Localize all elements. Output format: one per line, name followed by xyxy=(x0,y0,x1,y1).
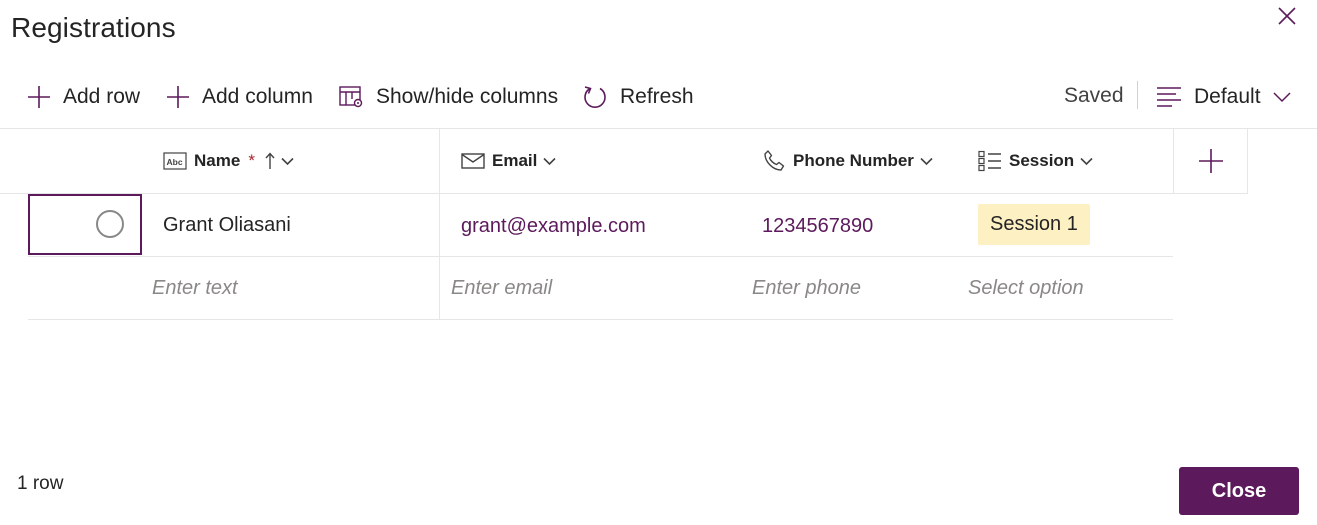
required-indicator: * xyxy=(248,151,255,170)
dialog-title: Registrations xyxy=(11,12,176,43)
phone-icon xyxy=(764,150,785,171)
text-field-icon: Abc xyxy=(163,152,187,170)
new-phone-input[interactable]: Enter phone xyxy=(752,277,861,300)
view-list-icon xyxy=(1157,87,1181,107)
close-icon[interactable] xyxy=(1276,5,1298,27)
cell-phone[interactable]: 1234567890 xyxy=(762,215,873,238)
chevron-down-icon xyxy=(1080,157,1093,165)
column-header-session[interactable]: Session xyxy=(978,129,1093,193)
refresh-label: Refresh xyxy=(620,85,694,108)
mail-icon xyxy=(461,153,485,169)
chevron-down-icon xyxy=(281,157,294,165)
column-label-phone: Phone Number xyxy=(793,151,914,170)
plus-icon xyxy=(167,86,189,108)
close-button[interactable]: Close xyxy=(1179,467,1299,515)
save-status: Saved xyxy=(1064,84,1124,107)
svg-text:Abc: Abc xyxy=(167,157,183,167)
view-label: Default xyxy=(1194,85,1261,108)
choice-list-icon xyxy=(978,150,1001,172)
column-header-email[interactable]: Email xyxy=(461,129,556,193)
row-count: 1 row xyxy=(17,473,64,494)
show-hide-columns-label: Show/hide columns xyxy=(376,85,559,108)
cell-name[interactable]: Grant Oliasani xyxy=(163,214,291,237)
column-label-name: Name xyxy=(194,151,241,170)
column-header-name[interactable]: Abc Name * xyxy=(163,129,294,193)
sort-ascending-icon xyxy=(265,152,275,169)
chevron-down-icon xyxy=(1273,92,1291,103)
new-name-input[interactable]: Enter text xyxy=(152,277,238,300)
new-email-input[interactable]: Enter email xyxy=(451,277,552,300)
command-bar: Add row Add column Show/hide columns Ref… xyxy=(0,72,1317,122)
plus-icon xyxy=(28,86,50,108)
chevron-down-icon xyxy=(543,157,556,165)
row-select-radio[interactable] xyxy=(96,210,124,238)
refresh-icon xyxy=(584,86,606,108)
chevron-down-icon xyxy=(920,157,933,165)
add-row-label: Add row xyxy=(63,85,141,108)
column-header-phone[interactable]: Phone Number xyxy=(762,129,933,193)
refresh-button[interactable]: Refresh xyxy=(582,84,694,110)
add-column-label: Add column xyxy=(202,85,313,108)
cell-email[interactable]: grant@example.com xyxy=(461,215,646,238)
add-row-button[interactable]: Add row xyxy=(27,84,140,110)
plus-icon xyxy=(1198,149,1223,173)
grid-header: Abc Name * Email Phone Number Session xyxy=(0,129,1248,193)
view-selector[interactable]: Default xyxy=(1156,84,1291,110)
table-settings-icon xyxy=(339,86,363,108)
session-badge[interactable]: Session 1 xyxy=(978,204,1090,245)
show-hide-columns-button[interactable]: Show/hide columns xyxy=(339,84,558,110)
row-divider xyxy=(28,319,1173,320)
new-session-select[interactable]: Select option xyxy=(968,277,1084,300)
column-label-session: Session xyxy=(1009,151,1075,170)
column-label-email: Email xyxy=(492,151,538,170)
toolbar-divider xyxy=(1137,81,1138,109)
add-column-header-button[interactable] xyxy=(1173,129,1248,194)
add-column-button[interactable]: Add column xyxy=(166,84,313,110)
row-selector-cell[interactable] xyxy=(28,194,142,255)
